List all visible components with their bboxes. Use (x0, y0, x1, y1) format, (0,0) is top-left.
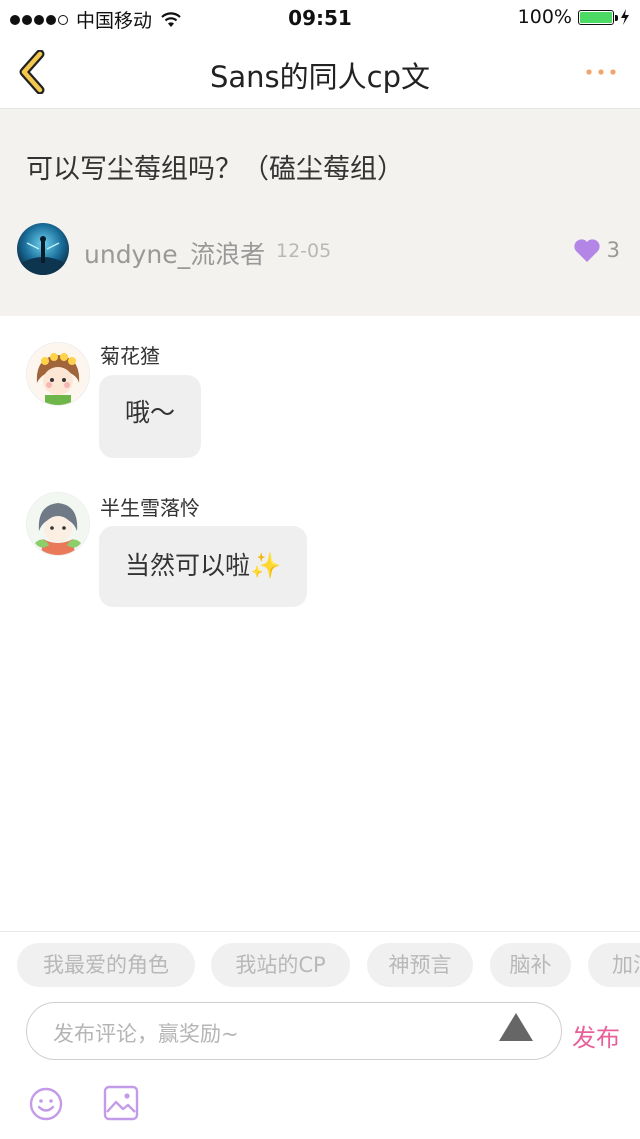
more-dots-icon (586, 69, 616, 75)
post-date: 12-05 (276, 240, 332, 262)
smiley-icon (29, 1087, 63, 1121)
like-button[interactable]: 3 (573, 237, 620, 263)
quick-tag[interactable]: 神预言 (367, 943, 473, 987)
commenter-name[interactable]: 半生雪落怜 (100, 492, 200, 521)
status-bar: 中国移动 09:51 100% (0, 0, 640, 36)
avatar-image (17, 223, 69, 275)
like-count: 3 (606, 238, 620, 262)
page-title: Sans的同人cp文 (209, 60, 431, 94)
author-avatar[interactable] (17, 223, 69, 275)
heart-icon (574, 239, 600, 262)
quick-tag[interactable]: 我最爱的角色 (17, 943, 195, 987)
charging-icon (621, 9, 629, 25)
quick-tag[interactable]: 脑补 (490, 943, 571, 987)
comment-bubble: 当然可以啦✨ (99, 526, 308, 607)
commenter-name[interactable]: 菊花猹 (100, 340, 160, 369)
more-button[interactable] (584, 62, 620, 82)
comment-bubble: 哦～ (99, 375, 202, 458)
emoji-button[interactable] (29, 1087, 63, 1121)
comment-item: 菊花猹 哦～ (0, 316, 640, 476)
post-card: 可以写尘莓组吗？（磕尘莓组） undyne_流浪者 12-05 3 (0, 109, 640, 316)
quick-tag[interactable]: 加油 (588, 943, 640, 987)
image-button[interactable] (103, 1085, 139, 1121)
status-right: 100% (518, 6, 630, 28)
nav-bar: Sans的同人cp文 (0, 36, 640, 109)
triangle-icon[interactable] (499, 1013, 533, 1041)
commenter-avatar[interactable] (26, 492, 90, 556)
image-icon (103, 1085, 139, 1121)
input-placeholder: 发布评论，赢奖励~ (53, 1022, 239, 1046)
author-name[interactable]: undyne_流浪者 (84, 235, 265, 271)
comment-input[interactable]: 发布评论，赢奖励~ (26, 1002, 562, 1060)
publish-button[interactable]: 发布 (572, 1018, 620, 1053)
battery-icon (578, 9, 618, 25)
comment-item: 半生雪落怜 当然可以啦✨ (0, 476, 640, 626)
quick-tag[interactable]: 我站的CP (211, 943, 350, 987)
commenter-avatar[interactable] (26, 342, 90, 406)
post-title: 可以写尘莓组吗？（磕尘莓组） (26, 154, 404, 185)
avatar-image (27, 493, 89, 555)
avatar-image (27, 343, 89, 405)
quick-tag-row: 我最爱的角色 我站的CP 神预言 脑补 加油 (0, 931, 640, 1002)
battery-percent: 100% (517, 6, 572, 28)
